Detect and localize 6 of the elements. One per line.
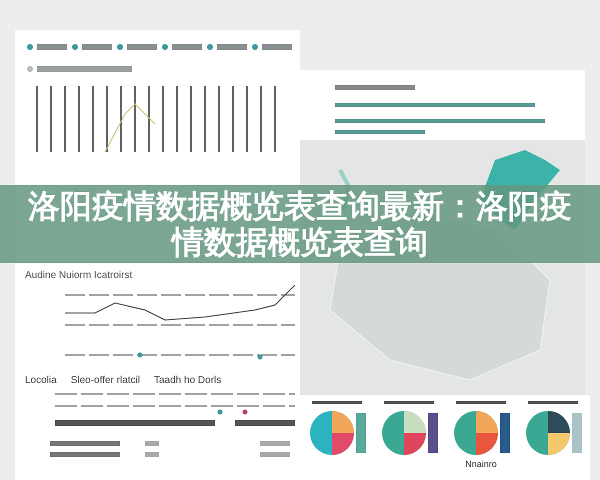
chart-label: Locolia [25,375,57,386]
chart-label: Taadh ho Dorls [154,375,222,386]
chart-title: Audine Nuiorm Icatroirst [25,270,134,281]
banner-title: 洛阳疫情数据概览表查询最新：洛阳疫情数据概览表查询 [26,188,573,260]
pie-label: Nnainro [465,459,497,469]
chart-label: Sleo-offer rlatcil [70,375,140,386]
